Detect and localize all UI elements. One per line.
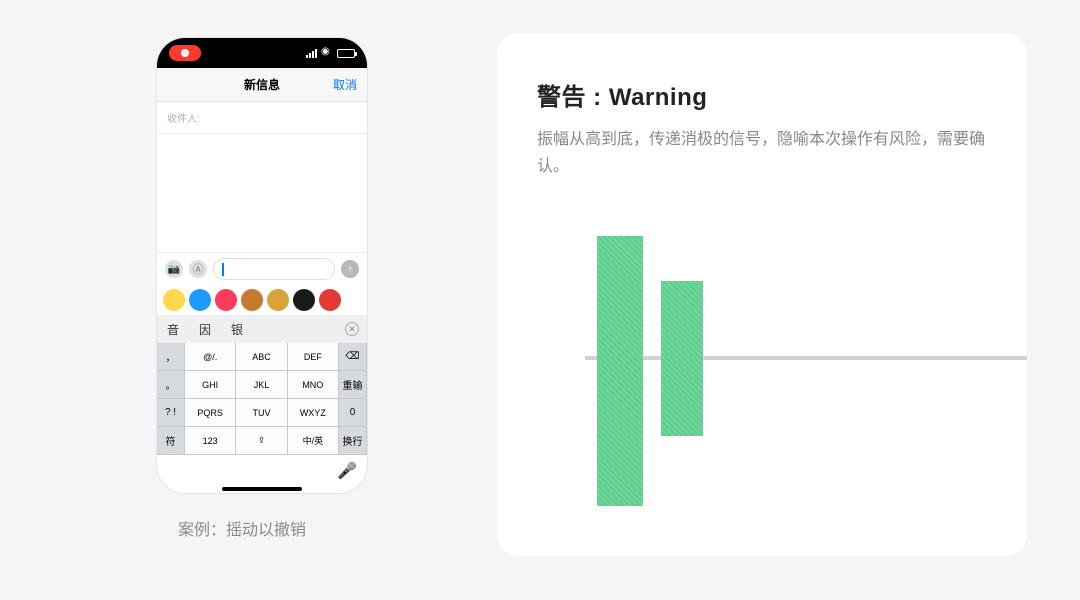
warning-chart	[497, 206, 1027, 506]
message-input-row: 📷 Ⓐ ↑	[157, 252, 367, 285]
battery-icon	[337, 49, 355, 58]
key-side-left-1[interactable]: 。	[157, 371, 185, 399]
appstrip-music[interactable]	[215, 289, 237, 311]
candidate-3[interactable]: 银	[221, 321, 253, 338]
phone-mock: 新信息 取消 收件人: 📷 Ⓐ ↑ 音 因 银 ✕ ，@/.ABCDEF⌫ 。GH…	[157, 38, 367, 493]
candidate-2[interactable]: 因	[189, 321, 221, 338]
appstrip-heart[interactable]	[293, 289, 315, 311]
candidate-close-icon[interactable]: ✕	[345, 322, 359, 336]
wifi-icon	[321, 49, 333, 58]
card-title: 警告 : Warning	[537, 77, 987, 112]
send-button[interactable]: ↑	[341, 260, 359, 278]
candidate-row: 音 因 银 ✕	[157, 315, 367, 343]
keypad: ，@/.ABCDEF⌫ 。GHIJKLMNO重输 ? !PQRSTUVWXYZ0 符1…	[157, 343, 367, 455]
key-WXYZ[interactable]: WXYZ	[288, 399, 339, 427]
camera-icon[interactable]: 📷	[165, 260, 183, 278]
key-DEF[interactable]: DEF	[288, 343, 339, 371]
appstrip-game1[interactable]	[241, 289, 263, 311]
key-123[interactable]: 123	[185, 427, 236, 455]
recipient-field[interactable]: 收件人:	[157, 102, 367, 134]
key-side-right-1[interactable]: 重输	[339, 371, 367, 399]
key-ABC[interactable]: ABC	[236, 343, 287, 371]
cancel-button[interactable]: 取消	[333, 76, 357, 93]
key-TUV[interactable]: TUV	[236, 399, 287, 427]
key-side-left-0[interactable]: ，	[157, 343, 185, 371]
nav-bar: 新信息 取消	[157, 68, 367, 102]
key-side-right-0[interactable]: ⌫	[339, 343, 367, 371]
key-side-left-2[interactable]: ? !	[157, 399, 185, 427]
signal-icon	[306, 49, 317, 58]
info-card: 警告 : Warning 振幅从高到底，传递消极的信号，隐喻本次操作有风险，需要…	[497, 33, 1027, 556]
key-side-right-3[interactable]: 换行	[339, 427, 367, 455]
recipient-label: 收件人:	[167, 114, 200, 125]
chart-axis	[585, 356, 1027, 360]
mic-icon[interactable]: 🎤	[337, 461, 357, 481]
keyboard-bottom: 🎤	[157, 455, 367, 485]
key-@/.[interactable]: @/.	[185, 343, 236, 371]
key-⇪[interactable]: ⇪	[236, 427, 287, 455]
appstrip-appstore[interactable]	[189, 289, 211, 311]
app-strip	[157, 285, 367, 315]
key-side-right-2[interactable]: 0	[339, 399, 367, 427]
notch	[217, 38, 307, 56]
appstrip-netease[interactable]	[319, 289, 341, 311]
appstrip-photos[interactable]	[163, 289, 185, 311]
chart-bar-bar2	[661, 281, 703, 436]
chart-bar-bar1	[597, 236, 643, 506]
home-indicator[interactable]	[222, 487, 302, 491]
key-PQRS[interactable]: PQRS	[185, 399, 236, 427]
appstore-icon[interactable]: Ⓐ	[189, 260, 207, 278]
key-JKL[interactable]: JKL	[236, 371, 287, 399]
appstrip-game2[interactable]	[267, 289, 289, 311]
card-description: 振幅从高到底，传递消极的信号，隐喻本次操作有风险，需要确认。	[537, 126, 987, 180]
caption: 案例：摇动以撤销	[178, 516, 306, 540]
key-MNO[interactable]: MNO	[288, 371, 339, 399]
key-GHI[interactable]: GHI	[185, 371, 236, 399]
key-side-left-3[interactable]: 符	[157, 427, 185, 455]
message-input[interactable]	[213, 258, 335, 280]
nav-title: 新信息	[244, 76, 280, 93]
candidate-1[interactable]: 音	[157, 321, 189, 338]
recording-indicator[interactable]	[169, 45, 201, 61]
status-bar	[157, 38, 367, 68]
message-body[interactable]	[157, 134, 367, 252]
key-中/英[interactable]: 中/英	[288, 427, 339, 455]
